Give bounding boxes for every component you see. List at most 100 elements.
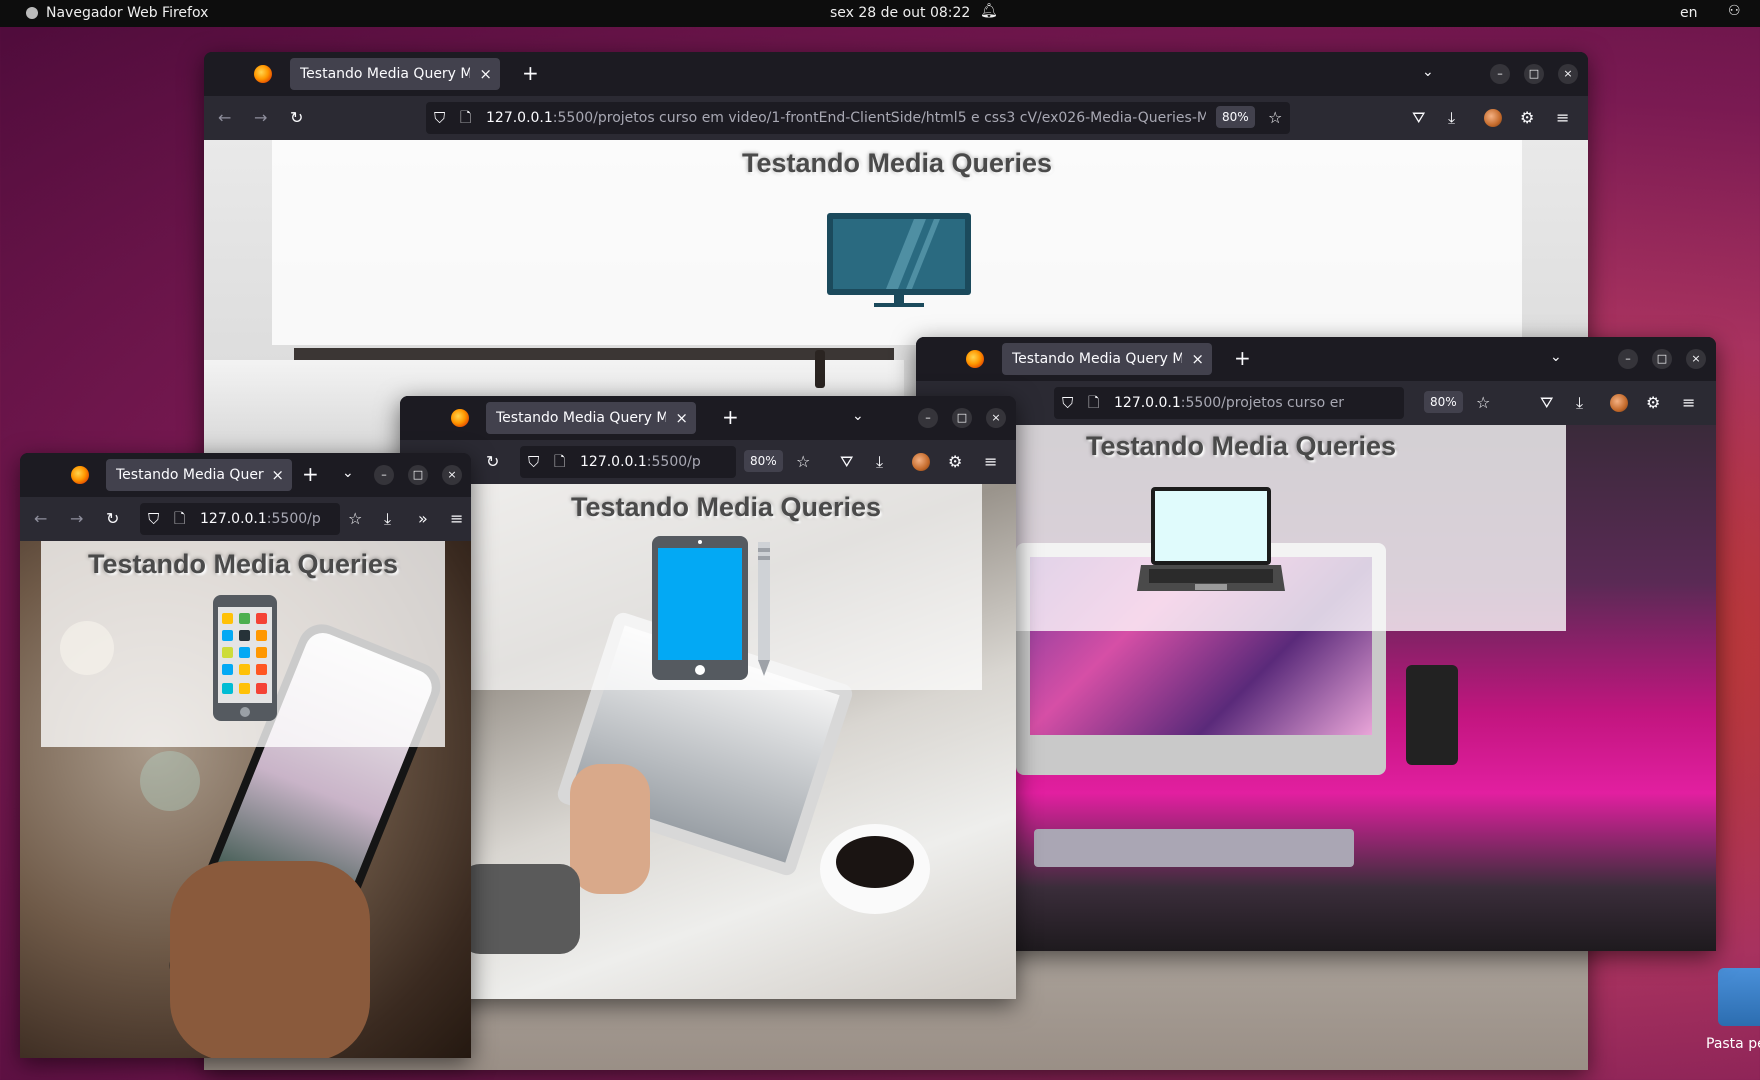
account-avatar[interactable] xyxy=(1484,109,1502,127)
new-tab-button[interactable]: + xyxy=(522,63,539,83)
hamburger-menu-icon[interactable]: ≡ xyxy=(984,452,997,472)
tab-bar: Testando Media Query Mobi × + ⌄ – □ × xyxy=(204,52,1588,96)
account-avatar[interactable] xyxy=(1610,394,1628,412)
shield-icon[interactable]: ⛉ xyxy=(434,102,445,134)
minimize-button[interactable]: – xyxy=(918,408,938,428)
shield-icon[interactable]: ⛉ xyxy=(528,446,539,478)
account-avatar[interactable] xyxy=(912,453,930,471)
firefox-logo-icon xyxy=(451,409,469,427)
browser-window-tablet: Testando Media Query Mobi × + ⌄ – □ × ↻ … xyxy=(400,396,1016,999)
tab-active[interactable]: Testando Media Query × xyxy=(106,459,292,491)
hamburger-menu-icon[interactable]: ≡ xyxy=(1682,393,1695,413)
page-heading: Testando Media Queries xyxy=(741,148,1053,178)
hamburger-menu-icon[interactable]: ≡ xyxy=(1556,108,1569,128)
address-bar[interactable]: ⛉ 🗋︎ 127.0.0.1:5500/pr xyxy=(140,503,340,535)
url-text: 127.0.0.1:5500/pr xyxy=(200,511,320,527)
extensions-gear-icon[interactable]: ⚙ xyxy=(1520,108,1534,128)
close-icon[interactable]: × xyxy=(675,402,688,434)
tab-title: Testando Media Query xyxy=(116,467,264,483)
tab-active[interactable]: Testando Media Query Mobi × xyxy=(290,58,500,90)
downloads-icon[interactable]: ⤓ xyxy=(1448,108,1455,128)
notification-bell-icon[interactable]: 🔔︎ xyxy=(980,3,998,19)
minimize-button[interactable]: – xyxy=(1618,349,1638,369)
tab-bar: Testando Media Query Mobi × + ⌄ – □ × xyxy=(916,337,1716,381)
tab-active[interactable]: Testando Media Query Mobi × xyxy=(1002,343,1212,375)
page-content: Testando Media Queries xyxy=(400,484,1016,999)
pocket-icon[interactable]: ⛛ xyxy=(1540,393,1553,413)
close-window-button[interactable]: × xyxy=(442,465,462,485)
background-photo-hand xyxy=(570,764,650,894)
zoom-indicator[interactable]: 80% xyxy=(744,450,783,472)
reload-icon[interactable]: ↻ xyxy=(290,108,303,128)
tab-title: Testando Media Query Mobi xyxy=(300,66,470,82)
close-icon[interactable]: × xyxy=(271,459,284,491)
bookmark-star-icon[interactable]: ☆ xyxy=(796,452,810,472)
downloads-icon[interactable]: ⤓ xyxy=(876,452,883,472)
app-name: Navegador Web Firefox xyxy=(46,5,209,21)
maximize-button[interactable]: □ xyxy=(1524,64,1544,84)
back-arrow-icon[interactable]: ← xyxy=(218,108,231,128)
address-bar[interactable]: ⛉ 🗋︎ 127.0.0.1:5500/projet xyxy=(520,446,736,478)
firefox-logo-icon xyxy=(966,350,984,368)
page-content: Testando Media Queries xyxy=(916,425,1716,951)
background-photo-keyboard xyxy=(1034,829,1354,867)
shield-icon[interactable]: ⛉ xyxy=(1062,387,1073,419)
chevron-down-icon[interactable]: ⌄ xyxy=(342,465,354,481)
reload-icon[interactable]: ↻ xyxy=(486,452,499,472)
forward-arrow-icon[interactable]: → xyxy=(254,108,267,128)
browser-window-phone: Testando Media Query × + ⌄ – □ × ← → ↻ ⛉… xyxy=(20,453,471,1058)
navigation-toolbar: ← → ↻ ⛉ 🗋︎ 127.0.0.1:5500/pr ☆ ⤓ » ≡ xyxy=(20,497,471,541)
chevron-down-icon[interactable]: ⌄ xyxy=(1550,349,1562,365)
network-icon[interactable]: ⚇ xyxy=(1728,3,1741,19)
chevron-down-icon[interactable]: ⌄ xyxy=(1422,64,1434,80)
bookmark-star-icon[interactable]: ☆ xyxy=(1476,393,1490,413)
folder-label: Pasta pe xyxy=(1706,1036,1760,1052)
minimize-button[interactable]: – xyxy=(1490,64,1510,84)
shield-icon[interactable]: ⛉ xyxy=(148,503,159,535)
header-box: Testando Media Queries xyxy=(272,140,1522,345)
downloads-icon[interactable]: ⤓ xyxy=(384,509,391,529)
extensions-gear-icon[interactable]: ⚙ xyxy=(948,452,962,472)
bookmark-star-icon[interactable]: ☆ xyxy=(348,509,362,529)
zoom-indicator[interactable]: 80% xyxy=(1216,106,1255,128)
new-tab-button[interactable]: + xyxy=(1234,348,1251,368)
extensions-gear-icon[interactable]: ⚙ xyxy=(1646,393,1660,413)
system-top-bar: Navegador Web Firefox sex 28 de out 08:2… xyxy=(0,0,1760,27)
laptop-icon xyxy=(1137,487,1285,591)
hamburger-menu-icon[interactable]: ≡ xyxy=(450,509,463,529)
tab-active[interactable]: Testando Media Query Mobi × xyxy=(486,402,696,434)
maximize-button[interactable]: □ xyxy=(952,408,972,428)
language-indicator[interactable]: en xyxy=(1680,5,1698,21)
address-bar[interactable]: ⛉ 🗋︎ 127.0.0.1:5500/projetos curso em vi… xyxy=(426,102,1290,134)
pocket-icon[interactable]: ⛛ xyxy=(1412,108,1425,128)
back-arrow-icon[interactable]: ← xyxy=(34,509,47,529)
minimize-button[interactable]: – xyxy=(374,465,394,485)
close-icon[interactable]: × xyxy=(1191,343,1204,375)
page-heading: Testando Media Queries xyxy=(570,492,882,522)
overflow-chevrons-icon[interactable]: » xyxy=(418,509,428,529)
pocket-icon[interactable]: ⛛ xyxy=(840,452,853,472)
close-window-button[interactable]: × xyxy=(986,408,1006,428)
home-folder-icon[interactable] xyxy=(1718,968,1760,1026)
close-window-button[interactable]: × xyxy=(1686,349,1706,369)
navigation-toolbar: ← → ↻ ⛉ 🗋︎ 127.0.0.1:5500/projetos curso… xyxy=(204,96,1588,140)
close-icon[interactable]: × xyxy=(479,58,492,90)
url-text: 127.0.0.1:5500/projetos curso em video/1… xyxy=(486,110,1206,126)
close-window-button[interactable]: × xyxy=(1558,64,1578,84)
new-tab-button[interactable]: + xyxy=(722,407,739,427)
browser-window-laptop: Testando Media Query Mobi × + ⌄ – □ × ⛉ … xyxy=(916,337,1716,951)
downloads-icon[interactable]: ⤓ xyxy=(1576,393,1583,413)
maximize-button[interactable]: □ xyxy=(1652,349,1672,369)
zoom-indicator[interactable]: 80% xyxy=(1424,391,1463,413)
reload-icon[interactable]: ↻ xyxy=(106,509,119,529)
address-bar[interactable]: ⛉ 🗋︎ 127.0.0.1:5500/projetos curso em vi… xyxy=(1054,387,1404,419)
chevron-down-icon[interactable]: ⌄ xyxy=(852,408,864,424)
bookmark-star-icon[interactable]: ☆ xyxy=(1268,108,1282,128)
activities-app-menu[interactable]: Navegador Web Firefox xyxy=(26,5,208,21)
maximize-button[interactable]: □ xyxy=(408,465,428,485)
tab-bar: Testando Media Query × + ⌄ – □ × xyxy=(20,453,471,497)
forward-arrow-icon[interactable]: → xyxy=(70,509,83,529)
new-tab-button[interactable]: + xyxy=(302,464,319,484)
tablet-icon xyxy=(652,536,770,680)
clock[interactable]: sex 28 de out 08:22 xyxy=(830,5,970,21)
